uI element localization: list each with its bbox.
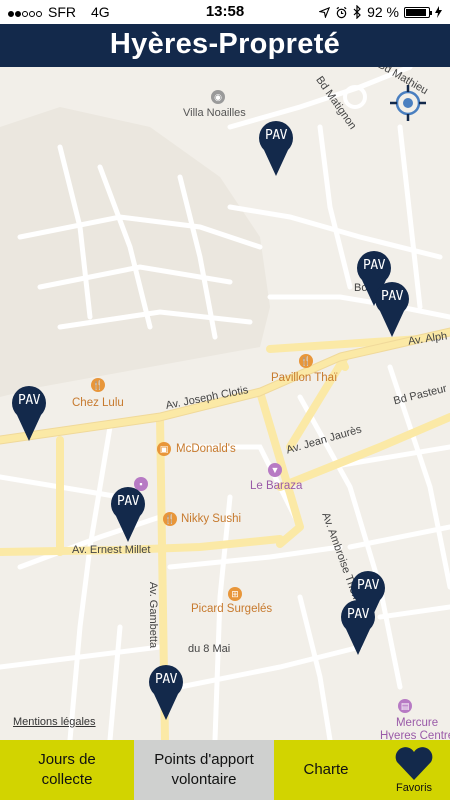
bluetooth-icon [353, 5, 361, 19]
poi-le-baraza: Le Baraza [250, 480, 303, 492]
street-av-ernest-millet: Av. Ernest Millet [72, 544, 151, 556]
pav-marker[interactable]: PAV [258, 120, 294, 176]
heart-icon [395, 746, 433, 780]
pav-marker-label: PAV [117, 494, 139, 509]
battery-icon [404, 6, 432, 18]
charging-bolt-icon [435, 6, 442, 18]
crosshair-locate-icon[interactable] [388, 83, 428, 123]
pav-marker-label: PAV [357, 578, 379, 593]
bottom-tab-bar: Jours de collecte Points d'apport volont… [0, 740, 450, 800]
poi-mercure: Mercure Hyeres Centre [380, 717, 450, 740]
hotel-icon: ▤ [398, 699, 412, 713]
tab-favoris-label: Favoris [395, 781, 433, 794]
pav-marker-label: PAV [18, 393, 40, 408]
pav-marker[interactable]: PAV [148, 664, 184, 720]
pav-marker[interactable]: PAV [110, 486, 146, 542]
restaurant-icon: 🍴 [91, 378, 105, 392]
street-du-8-mai: du 8 Mai [188, 643, 231, 655]
pav-marker-label: PAV [381, 289, 403, 304]
bar-icon: ▼ [268, 463, 282, 477]
restaurant-icon: 🍴 [299, 354, 313, 368]
poi-mcdonalds: McDonald's [176, 443, 236, 455]
poi-picard: Picard Surgelés [191, 603, 273, 615]
alarm-icon [336, 6, 347, 18]
status-right: 92 % [319, 4, 442, 20]
pav-marker[interactable]: PAV [11, 385, 47, 441]
status-bar: SFR 4G 13:58 92 % [0, 0, 450, 24]
tab-points-label: Points d'apport volontaire [154, 750, 254, 788]
pav-marker-label: PAV [363, 258, 385, 273]
shop-cart-icon: ⊞ [228, 587, 242, 601]
app-header: Hyères-Propreté [0, 24, 450, 67]
tab-favoris[interactable]: Favoris [378, 740, 450, 800]
place-villa-noailles: Villa Noailles [183, 107, 246, 119]
pav-marker-label: PAV [265, 128, 287, 143]
tab-jours-de-collecte[interactable]: Jours de collecte [0, 740, 134, 800]
battery-percent: 92 % [367, 4, 399, 20]
legal-mentions-link[interactable]: Mentions légales [13, 716, 96, 728]
poi-pavillon-thai: Pavillon Thaï [271, 372, 338, 384]
poi-nikky-sushi: Nikky Sushi [181, 513, 242, 525]
page-title: Hyères-Propreté [109, 28, 341, 60]
pav-marker-label: PAV [347, 607, 369, 622]
landmark-icon: ◉ [211, 90, 225, 104]
tab-jours-label: Jours de collecte [38, 750, 96, 788]
poi-chez-lulu: Chez Lulu [72, 397, 124, 409]
pav-marker[interactable]: PAV [340, 599, 376, 655]
street-av-gambetta: Av. Gambetta [147, 581, 160, 649]
fastfood-icon: ▣ [157, 442, 171, 456]
pav-marker[interactable]: PAV [374, 281, 410, 337]
pav-marker-label: PAV [155, 672, 177, 687]
restaurant-icon: 🍴 [163, 512, 177, 526]
tab-charte[interactable]: Charte [274, 740, 378, 800]
map-base-layer [0, 67, 450, 740]
location-arrow-icon [319, 6, 331, 18]
map-view[interactable]: ◉ Villa Noailles Bd Matignon Bd Mathieu … [0, 67, 450, 740]
tab-charte-label: Charte [303, 760, 349, 778]
tab-points-apport-volontaire[interactable]: Points d'apport volontaire [134, 740, 274, 800]
